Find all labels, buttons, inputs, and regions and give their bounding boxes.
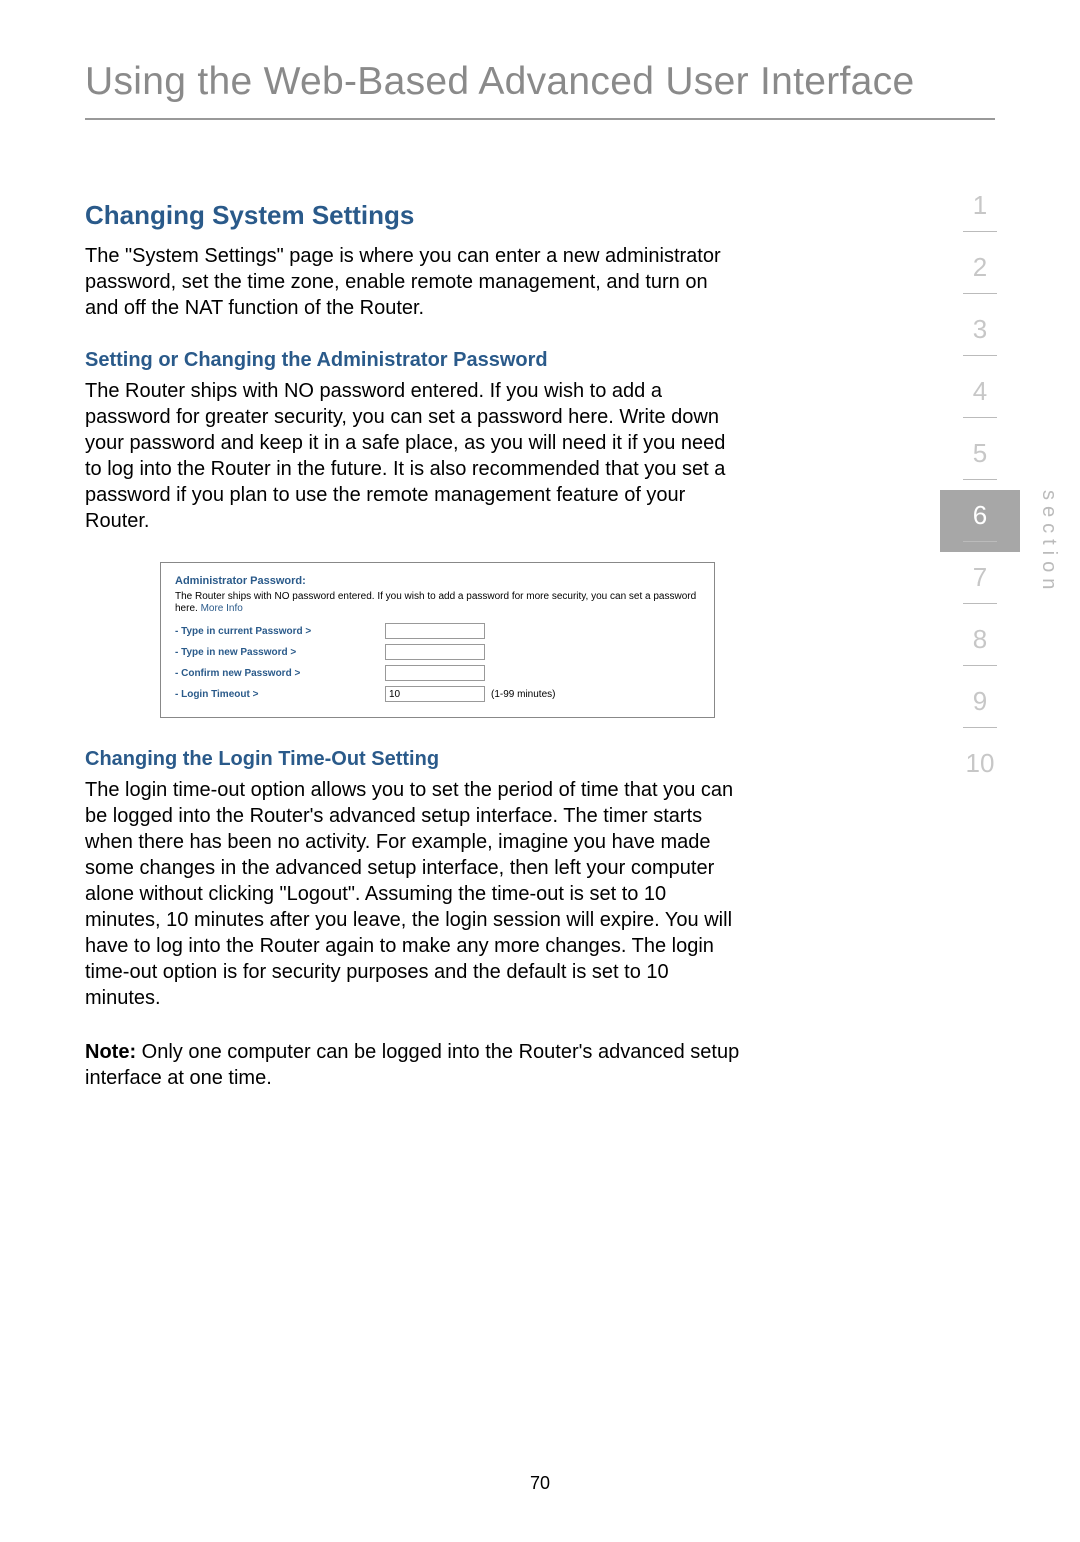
current-password-row: - Type in current Password > — [175, 623, 700, 639]
section-nav-2[interactable]: 2 — [940, 242, 1020, 304]
note-body: Only one computer can be logged into the… — [85, 1041, 739, 1089]
page-header: Using the Web-Based Advanced User Interf… — [85, 60, 995, 120]
section-nav: 1 2 3 4 5 6 7 8 9 10 — [940, 180, 1020, 789]
section-nav-5[interactable]: 5 — [940, 428, 1020, 490]
body-text-login-timeout: The login time-out option allows you to … — [85, 777, 745, 1011]
section-nav-9[interactable]: 9 — [940, 676, 1020, 738]
admin-password-heading: Administrator Password: — [175, 575, 700, 587]
new-password-label: - Type in new Password > — [175, 647, 385, 658]
admin-password-description: The Router ships with NO password entere… — [175, 591, 700, 615]
section-nav-3[interactable]: 3 — [940, 304, 1020, 366]
note-label: Note: — [85, 1041, 136, 1063]
section-nav-1[interactable]: 1 — [940, 180, 1020, 242]
login-timeout-label: - Login Timeout > — [175, 689, 385, 700]
section-title-admin-password: Setting or Changing the Administrator Pa… — [85, 349, 745, 372]
login-timeout-suffix: (1-99 minutes) — [491, 689, 555, 700]
new-password-row: - Type in new Password > — [175, 644, 700, 660]
section-nav-10[interactable]: 10 — [940, 738, 1020, 789]
admin-password-desc-text: The Router ships with NO password entere… — [175, 591, 696, 614]
section-nav-8[interactable]: 8 — [940, 614, 1020, 676]
section-nav-4[interactable]: 4 — [940, 366, 1020, 428]
note-text: Note: Only one computer can be logged in… — [85, 1039, 745, 1091]
body-text-admin-password: The Router ships with NO password entere… — [85, 378, 745, 534]
section-nav-6[interactable]: 6 — [940, 490, 1020, 552]
main-content: Changing System Settings The "System Set… — [85, 200, 745, 1091]
more-info-link[interactable]: More Info — [201, 603, 243, 614]
login-timeout-row: - Login Timeout > (1-99 minutes) — [175, 686, 700, 702]
body-text-system-settings: The "System Settings" page is where you … — [85, 243, 745, 321]
section-label-vertical: section — [1037, 490, 1060, 595]
section-title-login-timeout: Changing the Login Time-Out Setting — [85, 748, 745, 771]
login-timeout-input[interactable] — [385, 686, 485, 702]
confirm-password-input[interactable] — [385, 665, 485, 681]
admin-password-screenshot: Administrator Password: The Router ships… — [160, 562, 715, 718]
confirm-password-label: - Confirm new Password > — [175, 668, 385, 679]
current-password-input[interactable] — [385, 623, 485, 639]
section-nav-7[interactable]: 7 — [940, 552, 1020, 614]
confirm-password-row: - Confirm new Password > — [175, 665, 700, 681]
new-password-input[interactable] — [385, 644, 485, 660]
current-password-label: - Type in current Password > — [175, 626, 385, 637]
section-title-system-settings: Changing System Settings — [85, 200, 745, 231]
page-number: 70 — [0, 1473, 1080, 1494]
